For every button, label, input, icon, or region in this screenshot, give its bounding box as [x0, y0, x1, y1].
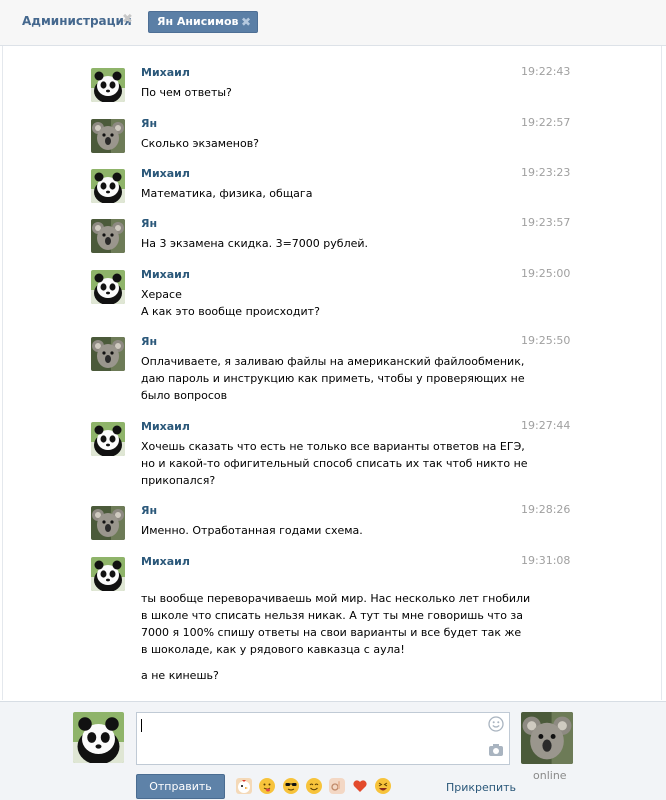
- tab-administration[interactable]: Администрация: [22, 14, 132, 28]
- koala-avatar[interactable]: [91, 119, 125, 153]
- panda-avatar[interactable]: [91, 270, 125, 304]
- message-author[interactable]: Михаил: [141, 268, 190, 281]
- heart-icon[interactable]: [352, 778, 368, 794]
- koala-avatar[interactable]: [91, 219, 125, 253]
- message-author[interactable]: Ян: [141, 117, 157, 130]
- message-text-line: Именно. Отработанная годами схема.: [141, 524, 363, 537]
- panda-avatar[interactable]: [91, 557, 125, 591]
- message-text-line: Оплачиваете, я заливаю файлы на американ…: [141, 355, 525, 368]
- sunglasses-face-icon[interactable]: [283, 778, 299, 794]
- message-author[interactable]: Ян: [141, 504, 157, 517]
- close-icon[interactable]: ✖: [122, 12, 133, 27]
- message-time: 19:28:26: [521, 503, 571, 516]
- message-text-line: в шоколаде, как у рядового кавказца с ау…: [141, 643, 405, 656]
- camera-icon[interactable]: [488, 743, 504, 760]
- message-text-line: но и какой-то офигительный способ списат…: [141, 457, 528, 470]
- tongue-face-icon[interactable]: [259, 778, 275, 794]
- message-time: 19:23:57: [521, 216, 571, 229]
- message-text-line: даю пароль и инструкцию как приметь, что…: [141, 372, 525, 385]
- message-time: 19:25:00: [521, 267, 571, 280]
- message-text-line: Херасе: [141, 288, 182, 301]
- tabs-bar: Администрация ✖ Ян Анисимов ✖: [0, 0, 666, 46]
- send-button[interactable]: Отправить: [136, 774, 225, 799]
- laughing-face-icon[interactable]: [375, 778, 391, 794]
- message-author[interactable]: Ян: [141, 335, 157, 348]
- tab-active-label: Ян Анисимов: [157, 15, 239, 28]
- chicken-emoji-icon[interactable]: [236, 778, 252, 794]
- tab-active-dialog[interactable]: Ян Анисимов ✖: [148, 11, 258, 33]
- message-text-line: 7000 я 100% спишу ответы на свои вариант…: [141, 626, 522, 639]
- my-avatar[interactable]: [73, 712, 124, 763]
- smile-face-icon[interactable]: [306, 778, 322, 794]
- message-time: 19:27:44: [521, 419, 571, 432]
- message-text-line: было вопросов: [141, 389, 228, 402]
- panda-avatar[interactable]: [91, 422, 125, 456]
- message-author[interactable]: Михаил: [141, 167, 190, 180]
- message-time: 19:23:23: [521, 166, 571, 179]
- panda-avatar[interactable]: [91, 169, 125, 203]
- message-time: 19:25:50: [521, 334, 571, 347]
- message-input[interactable]: [136, 712, 510, 765]
- peer-status: online: [533, 769, 567, 782]
- message-text-line: По чем ответы?: [141, 86, 232, 99]
- message-text-line: Сколько экзаменов?: [141, 137, 260, 150]
- close-icon[interactable]: ✖: [241, 12, 251, 32]
- smile-icon[interactable]: [488, 716, 504, 735]
- message-author[interactable]: Михаил: [141, 420, 190, 433]
- attach-link[interactable]: Прикрепить: [446, 781, 516, 794]
- message-time: 19:31:08: [521, 554, 571, 567]
- text-caret: [141, 719, 142, 732]
- message-time: 19:22:57: [521, 116, 571, 129]
- panda-avatar[interactable]: [91, 68, 125, 102]
- message-text-line: а не кинешь?: [141, 669, 219, 682]
- message-author[interactable]: Михаил: [141, 66, 190, 79]
- message-text-line: прикопался?: [141, 474, 216, 487]
- message-time: 19:22:43: [521, 65, 571, 78]
- message-text-line: в школе что списать нельзя никак. А тут …: [141, 609, 524, 622]
- message-text-line: Хочешь сказать что есть не только все ва…: [141, 440, 525, 453]
- ok-hand-icon[interactable]: [329, 778, 345, 794]
- message-text-line: Математика, физика, общага: [141, 187, 313, 200]
- koala-avatar[interactable]: [91, 506, 125, 540]
- message-author[interactable]: Ян: [141, 217, 157, 230]
- message-history[interactable]: Михаил 19:22:43 По чем ответы? Ян 19:22:57 С…: [2, 46, 662, 700]
- message-text-line: На 3 экзамена скидка. 3=7000 рублей.: [141, 237, 369, 250]
- message-composer: online Отправить Прикрепить: [0, 701, 666, 800]
- message-text-line: А как это вообще происходит?: [141, 305, 320, 318]
- message-text-line: ты вообще переворачиваешь мой мир. Нас н…: [141, 592, 531, 605]
- message-author[interactable]: Михаил: [141, 555, 190, 568]
- koala-avatar[interactable]: [91, 337, 125, 371]
- peer-avatar[interactable]: [521, 712, 573, 764]
